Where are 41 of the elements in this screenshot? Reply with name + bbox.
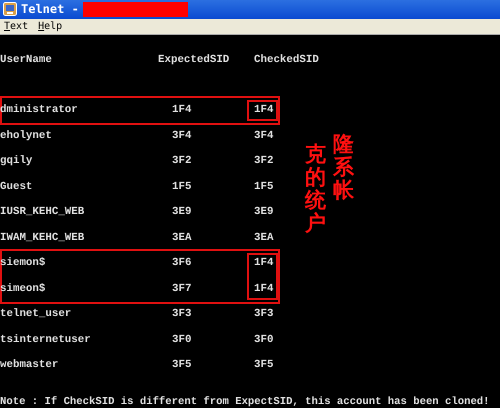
annotation-text: 帐 (333, 181, 355, 204)
window-title: Telnet - (21, 2, 79, 16)
table-cell-text: tsinternetuser (0, 334, 92, 346)
column-header: UserName (0, 54, 53, 66)
table-cell: 3E9 (254, 206, 274, 218)
table-cell: 3F4 (254, 130, 274, 142)
column-header: ExpectedSID (158, 54, 230, 66)
note-text: Note : If CheckSID is different from ExpectSID, this account has been cloned! (0, 396, 491, 408)
menu-item[interactable]: Text (4, 20, 28, 32)
table-cell-text: 3F5 (171, 359, 192, 372)
table-cell-text: telnet_user (0, 308, 72, 320)
terminal-icon (3, 2, 17, 16)
menu-item[interactable]: Help (38, 20, 62, 32)
table-cell-text: IUSR_KEHC_WEB (0, 206, 86, 218)
table-cell-text: Guest (0, 180, 34, 193)
table-cell: 1F4 (254, 257, 274, 270)
table-cell: 3EA (254, 232, 274, 244)
annotation-text: 户 (305, 214, 331, 238)
table-cell: 1F4 (254, 282, 274, 295)
table-cell-text: 1F4 (171, 104, 192, 116)
table-cell-text: 3F7 (171, 282, 192, 295)
table-cell-text: IWAM_KEHC_WEB (0, 232, 86, 244)
table-cell: 3F2 (254, 155, 274, 168)
table-cell-text: 3F6 (171, 257, 192, 270)
table-cell-text: eholynet (0, 130, 53, 142)
table-cell: 1F5 (254, 180, 274, 193)
table-cell-text: 1F5 (171, 180, 192, 193)
table-cell: 3F0 (254, 334, 274, 346)
table-cell-text: 3EA (171, 232, 192, 244)
table-cell-text: 3F3 (171, 308, 192, 320)
table-cell-text: 3F2 (171, 155, 192, 168)
annotation-text: 克 (305, 145, 327, 168)
table-cell-text: 3F4 (171, 130, 192, 142)
table-cell: 3F5 (254, 359, 274, 372)
table-cell-text: webmaster (0, 359, 60, 372)
table-cell-text: 3E9 (171, 206, 192, 218)
column-header: CheckedSID (254, 54, 319, 66)
table-cell: 1F4 (254, 104, 274, 116)
table-cell-text: gqily (0, 155, 34, 168)
table-cell: 3F3 (254, 308, 274, 320)
table-cell-text: 3F0 (171, 334, 192, 346)
